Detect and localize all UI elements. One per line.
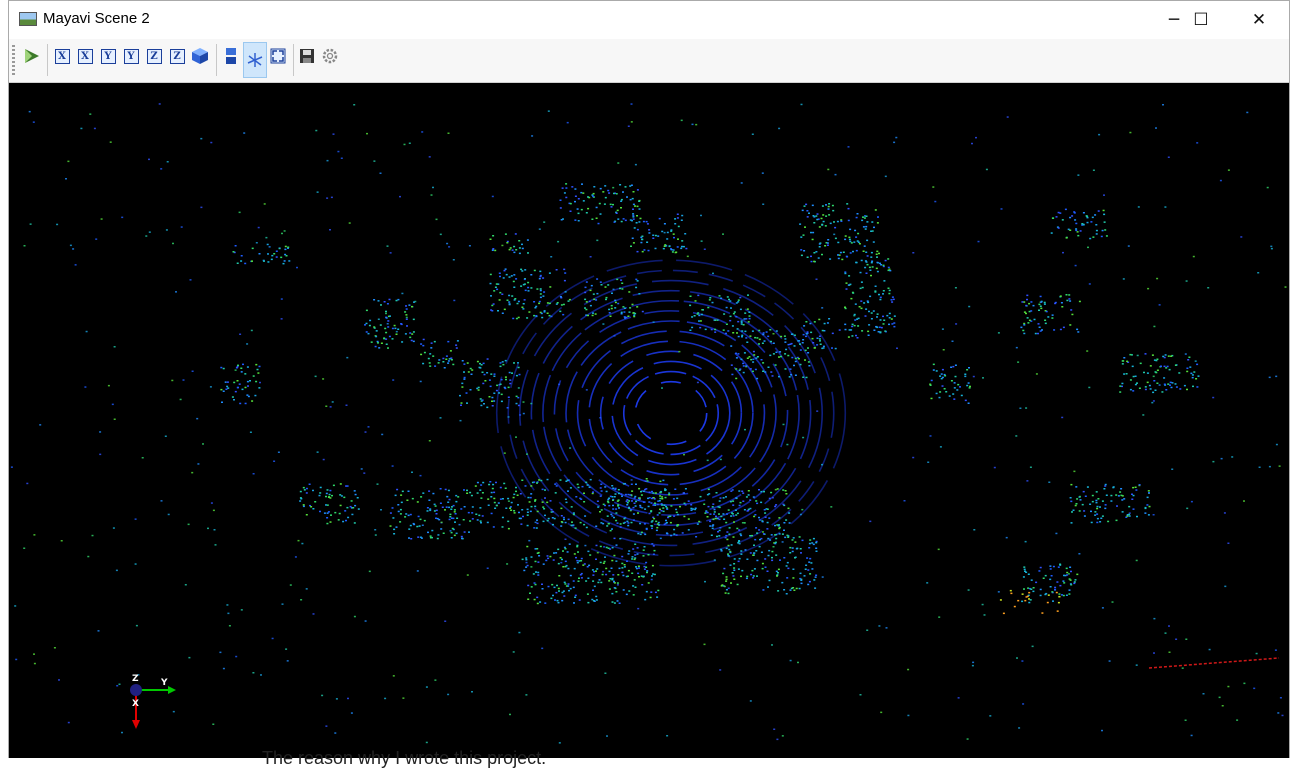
point-cluster bbox=[1069, 483, 1151, 524]
x-axis-view-icon: X bbox=[54, 48, 70, 64]
mayavi-logo-icon bbox=[25, 49, 39, 63]
projection-icon bbox=[226, 48, 236, 64]
point-cloud bbox=[10, 103, 1287, 744]
z-axis-marker bbox=[130, 684, 142, 696]
view-x-minus-button[interactable]: X bbox=[74, 45, 96, 67]
save-scene-button[interactable] bbox=[296, 45, 318, 67]
point-cluster bbox=[929, 363, 971, 404]
point-cluster bbox=[1020, 294, 1081, 335]
lidar-ring bbox=[565, 320, 777, 506]
parallel-projection-button[interactable] bbox=[220, 45, 242, 67]
view-z-minus-button[interactable]: Z bbox=[166, 45, 188, 67]
y-axis-view-icon: Y bbox=[123, 48, 139, 64]
point-cluster bbox=[364, 298, 415, 349]
lidar-ring bbox=[530, 289, 812, 537]
isometric-view-button[interactable] bbox=[189, 45, 211, 67]
toolbar-separator bbox=[216, 44, 217, 76]
point-cluster bbox=[389, 488, 470, 540]
point-cluster bbox=[1119, 353, 1200, 394]
point-cluster bbox=[489, 268, 571, 320]
axes-icon bbox=[247, 53, 263, 67]
view-z-plus-button[interactable]: Z bbox=[143, 45, 165, 67]
lidar-ring bbox=[622, 370, 720, 456]
mayavi-pipeline-button[interactable] bbox=[21, 45, 43, 67]
lidar-ring bbox=[576, 330, 766, 496]
title-bar[interactable]: Mayavi Scene 2 ─ ☐ ✕ bbox=[9, 1, 1289, 39]
cube-icon bbox=[192, 48, 208, 64]
point-cluster bbox=[489, 233, 529, 255]
point-cluster bbox=[420, 338, 459, 369]
toggle-axes-button[interactable] bbox=[243, 42, 267, 78]
point-cluster bbox=[459, 358, 521, 409]
z-axis-view-icon: Z bbox=[169, 48, 185, 64]
z-axis-view-icon: Z bbox=[146, 48, 162, 64]
x-axis-view-icon: X bbox=[77, 48, 93, 64]
view-y-minus-button[interactable]: Y bbox=[120, 45, 142, 67]
lidar-ring bbox=[495, 259, 847, 567]
lidar-ring bbox=[634, 380, 708, 446]
point-cluster bbox=[799, 203, 881, 265]
3d-scene-viewport[interactable] bbox=[9, 83, 1289, 758]
point-cluster bbox=[1021, 563, 1079, 604]
fullscreen-icon bbox=[270, 48, 286, 64]
point-cluster bbox=[220, 363, 261, 405]
point-cluster bbox=[844, 258, 896, 339]
toolbar-separator bbox=[47, 44, 48, 76]
sparse-points bbox=[10, 103, 1287, 744]
point-cluster bbox=[559, 183, 641, 225]
full-screen-button[interactable] bbox=[267, 45, 289, 67]
y-axis-label: Y bbox=[161, 678, 168, 688]
lidar-ring bbox=[611, 360, 731, 466]
configure-scene-button[interactable] bbox=[319, 45, 341, 67]
far-red-points bbox=[1148, 657, 1280, 669]
x-axis-label: X bbox=[132, 699, 139, 709]
window-title: Mayavi Scene 2 bbox=[43, 10, 150, 27]
lidar-ring bbox=[599, 350, 743, 476]
lidar-ring bbox=[588, 340, 754, 486]
orientation-axes: Z Y X bbox=[116, 672, 176, 732]
toolbar-separator bbox=[293, 44, 294, 76]
lidar-ring bbox=[507, 269, 835, 557]
view-y-plus-button[interactable]: Y bbox=[97, 45, 119, 67]
gear-icon bbox=[322, 48, 338, 64]
point-cluster bbox=[689, 294, 751, 335]
point-cluster bbox=[630, 213, 688, 254]
z-axis-label: Z bbox=[132, 674, 139, 684]
point-cluster bbox=[232, 243, 291, 265]
save-icon bbox=[300, 49, 314, 63]
toolbar: X X Y Y Z Z bbox=[9, 39, 1289, 83]
mayavi-window: Mayavi Scene 2 ─ ☐ ✕ X X Y Y Z Z bbox=[8, 0, 1290, 758]
point-cluster bbox=[730, 328, 811, 380]
maximize-button[interactable]: ☐ bbox=[1172, 1, 1230, 39]
point-cluster bbox=[299, 483, 360, 525]
y-axis-view-icon: Y bbox=[100, 48, 116, 64]
toolbar-grip[interactable] bbox=[12, 45, 15, 75]
point-cluster bbox=[1050, 208, 1108, 240]
view-x-plus-button[interactable]: X bbox=[51, 45, 73, 67]
point-cluster bbox=[720, 533, 818, 595]
close-button[interactable]: ✕ bbox=[1230, 1, 1288, 39]
app-icon bbox=[19, 12, 37, 26]
background-page-text: The reason why I wrote this project. bbox=[262, 748, 547, 768]
